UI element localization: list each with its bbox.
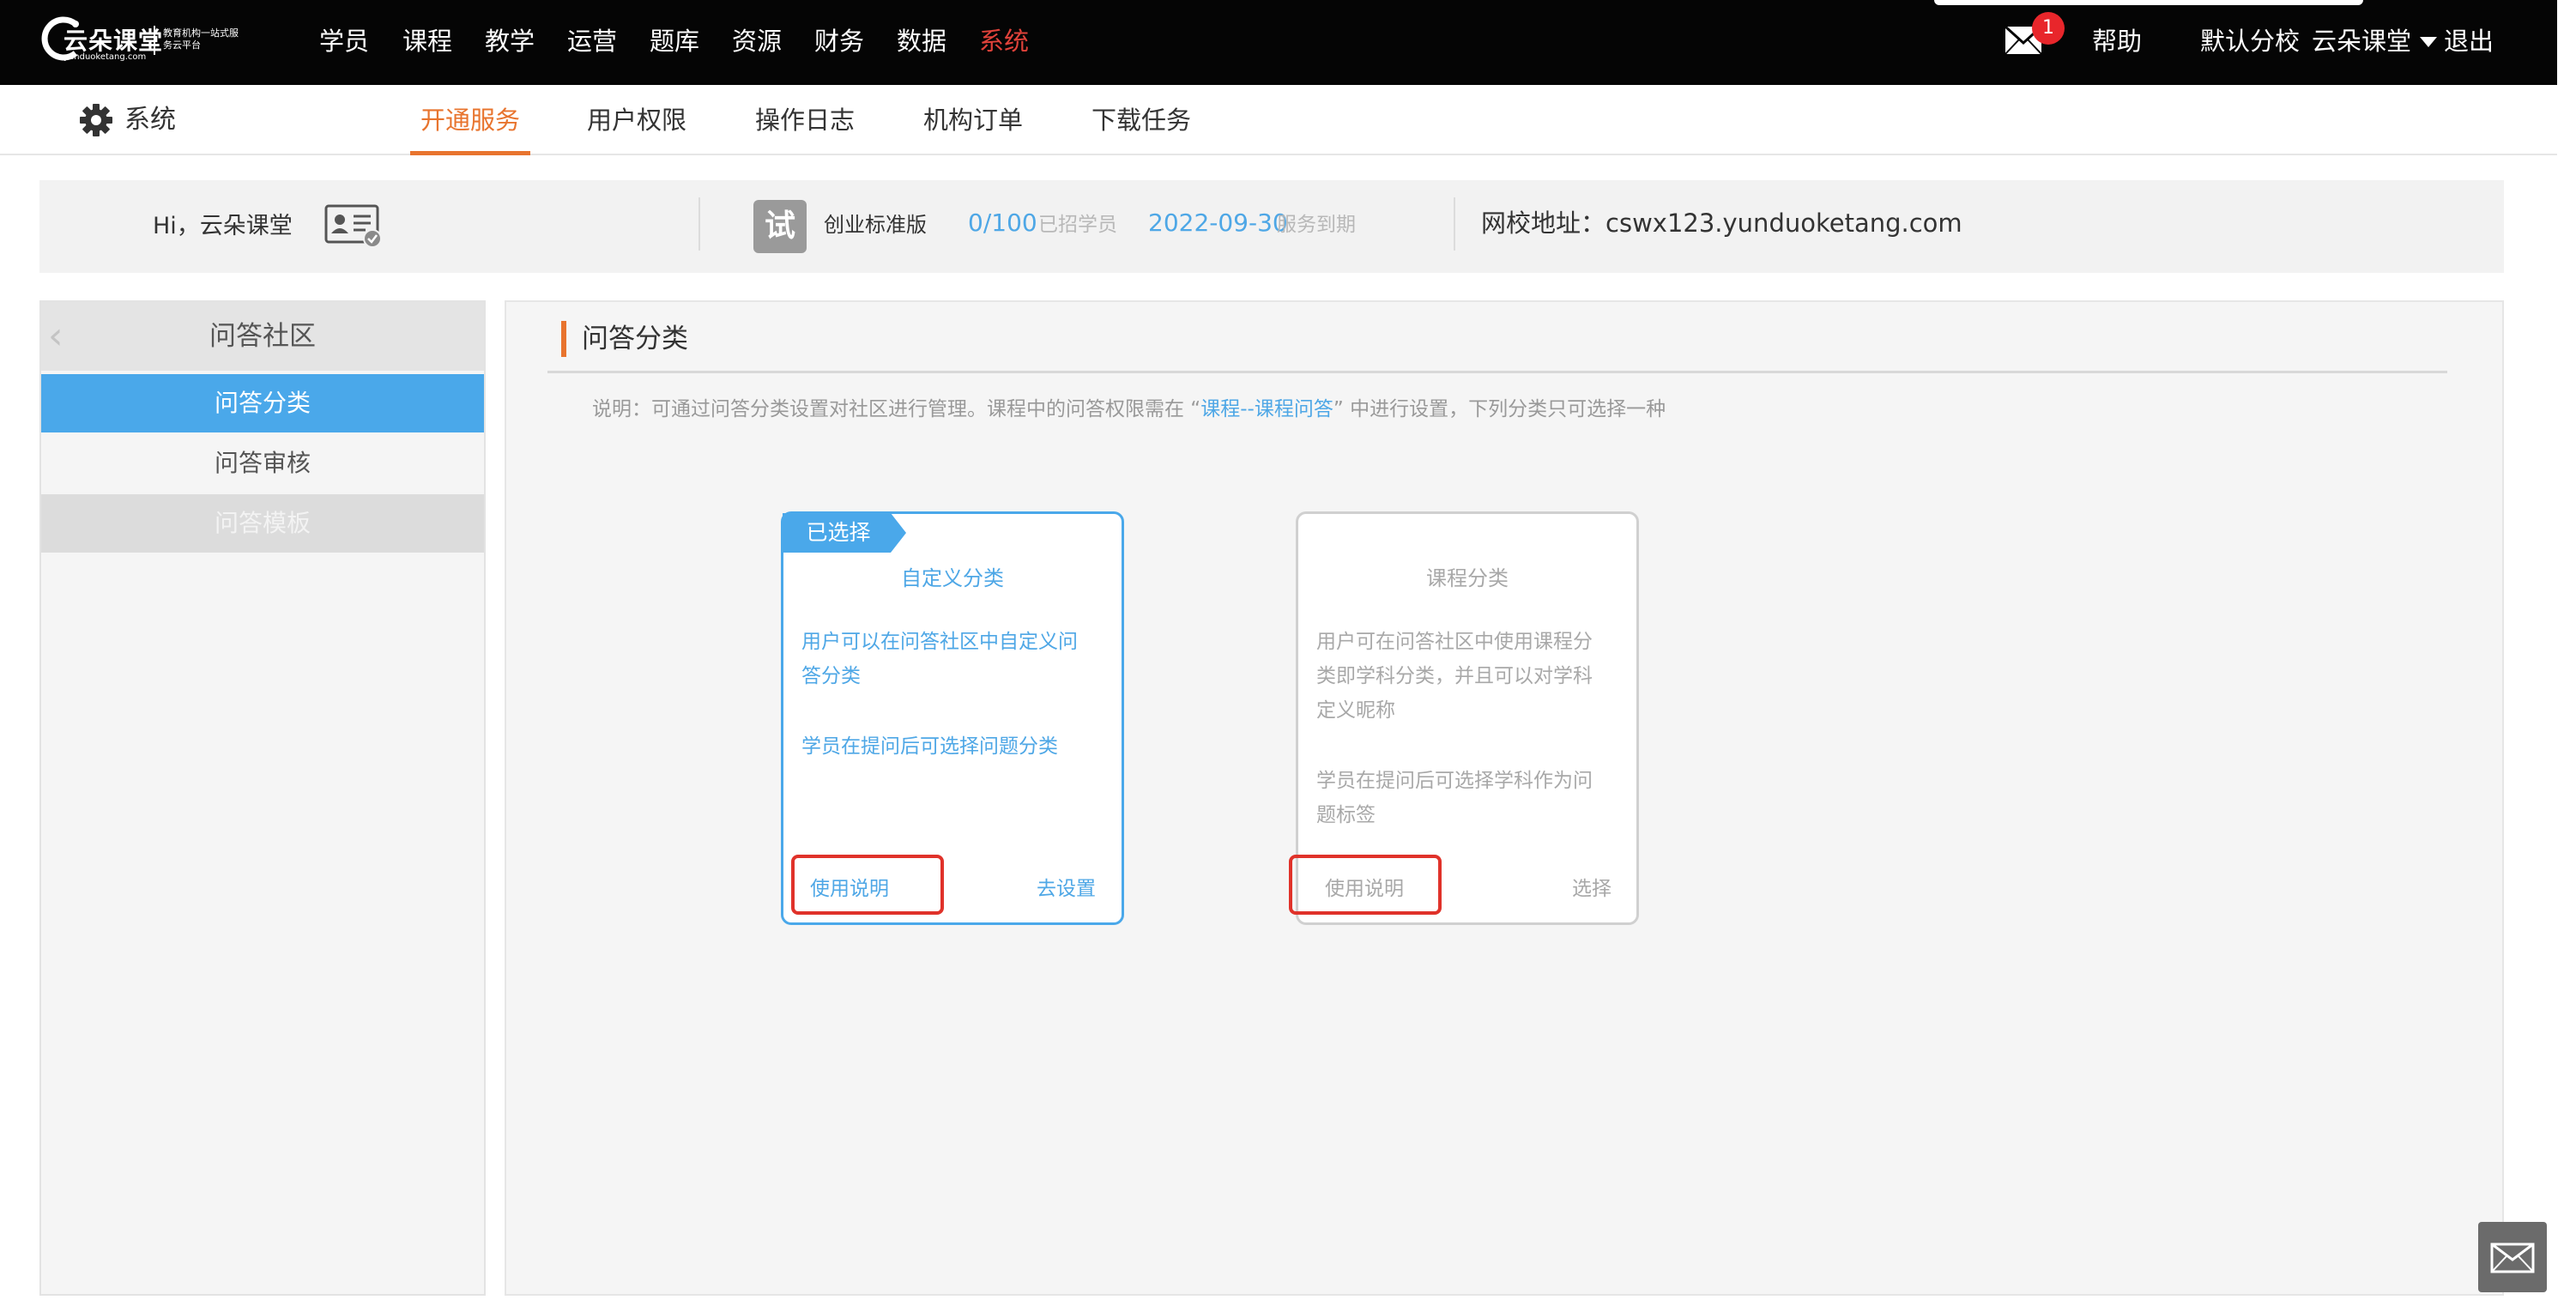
card-description: 学员在提问后可选择学科作为问题标签 — [1316, 770, 1593, 826]
logo-divider — [154, 26, 155, 55]
course-qa-link[interactable]: 课程--课程问答 — [1200, 398, 1333, 420]
nav-resources[interactable]: 资源 — [732, 22, 782, 60]
sidebar-title: 问答社区 — [209, 321, 316, 352]
tab-operation-log[interactable]: 操作日志 — [755, 101, 855, 139]
greeting: Hi，云朵课堂 — [153, 209, 293, 244]
section-title: 系统 — [124, 105, 176, 135]
id-card-icon[interactable] — [324, 204, 384, 249]
info-divider — [1454, 197, 1455, 251]
sidebar-item-qa-category[interactable]: 问答分类 — [41, 374, 484, 432]
nav-students[interactable]: 学员 — [319, 22, 369, 60]
logo-slogan: 教育机构一站式服务云平台 — [163, 27, 239, 51]
highlight-box — [1289, 855, 1442, 915]
greeting-prefix: Hi， — [153, 213, 200, 239]
top-edge-decoration — [1934, 0, 2363, 5]
note-prefix: 说明：可通过问答分类设置对社区进行管理。课程中的问答权限需在 “ — [592, 398, 1201, 420]
sidebar-item-qa-template: 问答模板 — [41, 494, 484, 553]
floating-mail-button[interactable] — [2478, 1222, 2547, 1292]
title-accent-bar — [561, 321, 566, 357]
nav-operations[interactable]: 运营 — [567, 22, 617, 60]
card-description: 学员在提问后可选择问题分类 — [801, 735, 1058, 758]
active-tab-indicator — [410, 151, 530, 155]
account-name: 云朵课堂 — [199, 213, 293, 239]
students-label: 已招学员 — [1038, 214, 1117, 236]
scrollbar[interactable] — [2557, 0, 2576, 1306]
trial-badge: 试 — [753, 200, 807, 253]
logo[interactable]: 云朵课堂 yunduoketang.com 教育机构一站式服务云平台 — [38, 12, 239, 65]
plan-name: 创业标准版 — [824, 213, 927, 237]
sidebar-item-qa-review[interactable]: 问答审核 — [41, 434, 484, 493]
expire-label: 服务到期 — [1277, 214, 1356, 236]
logo-brand: 云朵课堂 — [63, 27, 164, 55]
students-value: 0/100 — [968, 209, 1037, 237]
chevron-down-icon[interactable] — [2420, 37, 2437, 47]
title-divider — [547, 371, 2447, 373]
tab-open-service[interactable]: 开通服务 — [420, 101, 520, 139]
card-description: 用户可以在问答社区中自定义问答分类 — [801, 631, 1078, 687]
nav-teaching[interactable]: 教学 — [485, 22, 535, 60]
nav-system[interactable]: 系统 — [979, 22, 1029, 60]
tab-user-permissions[interactable]: 用户权限 — [587, 101, 686, 139]
highlight-box — [791, 855, 944, 915]
nav-data[interactable]: 数据 — [897, 22, 946, 60]
expire-date: 2022-09-30 — [1148, 209, 1288, 237]
tab-download-tasks[interactable]: 下载任务 — [1091, 101, 1191, 139]
back-arrow-icon[interactable]: ‹ — [48, 317, 74, 355]
tab-org-orders[interactable]: 机构订单 — [923, 101, 1023, 139]
mail-icon — [2490, 1243, 2535, 1273]
description-note: 说明：可通过问答分类设置对社区进行管理。课程中的问答权限需在 “课程--课程问答… — [592, 395, 1666, 424]
page-title: 问答分类 — [582, 323, 688, 354]
branch-selector[interactable]: 默认分校 — [2200, 22, 2300, 60]
nav-finance[interactable]: 财务 — [814, 22, 864, 60]
school-url[interactable]: cswx123.yunduoketang.com — [1605, 209, 1962, 238]
top-navbar — [0, 0, 2557, 85]
school-address: 网校地址：cswx123.yunduoketang.com — [1481, 206, 1962, 240]
note-suffix: ” 中进行设置，下列分类只可选择一种 — [1333, 398, 1666, 420]
school-address-label: 网校地址： — [1481, 209, 1606, 238]
card-description: 用户可在问答社区中使用课程分类即学科分类，并且可以对学科定义昵称 — [1316, 631, 1593, 722]
user-menu[interactable]: 云朵课堂 — [2312, 22, 2411, 60]
select-link[interactable]: 选择 — [1572, 874, 1612, 904]
gear-icon — [80, 104, 112, 136]
card-title: 课程分类 — [1426, 566, 1509, 590]
nav-courses[interactable]: 课程 — [402, 22, 452, 60]
card-title: 自定义分类 — [901, 566, 1004, 590]
selected-label: 已选择 — [806, 520, 871, 545]
info-divider — [698, 197, 700, 251]
go-settings-link[interactable]: 去设置 — [1037, 874, 1096, 904]
nav-question-bank[interactable]: 题库 — [650, 22, 699, 60]
logo-domain: yunduoketang.com — [63, 52, 147, 62]
logout-link[interactable]: 退出 — [2444, 22, 2494, 60]
help-link[interactable]: 帮助 — [2092, 22, 2142, 60]
mail-count-badge: 1 — [2032, 12, 2065, 45]
sub-navbar — [0, 85, 2557, 155]
